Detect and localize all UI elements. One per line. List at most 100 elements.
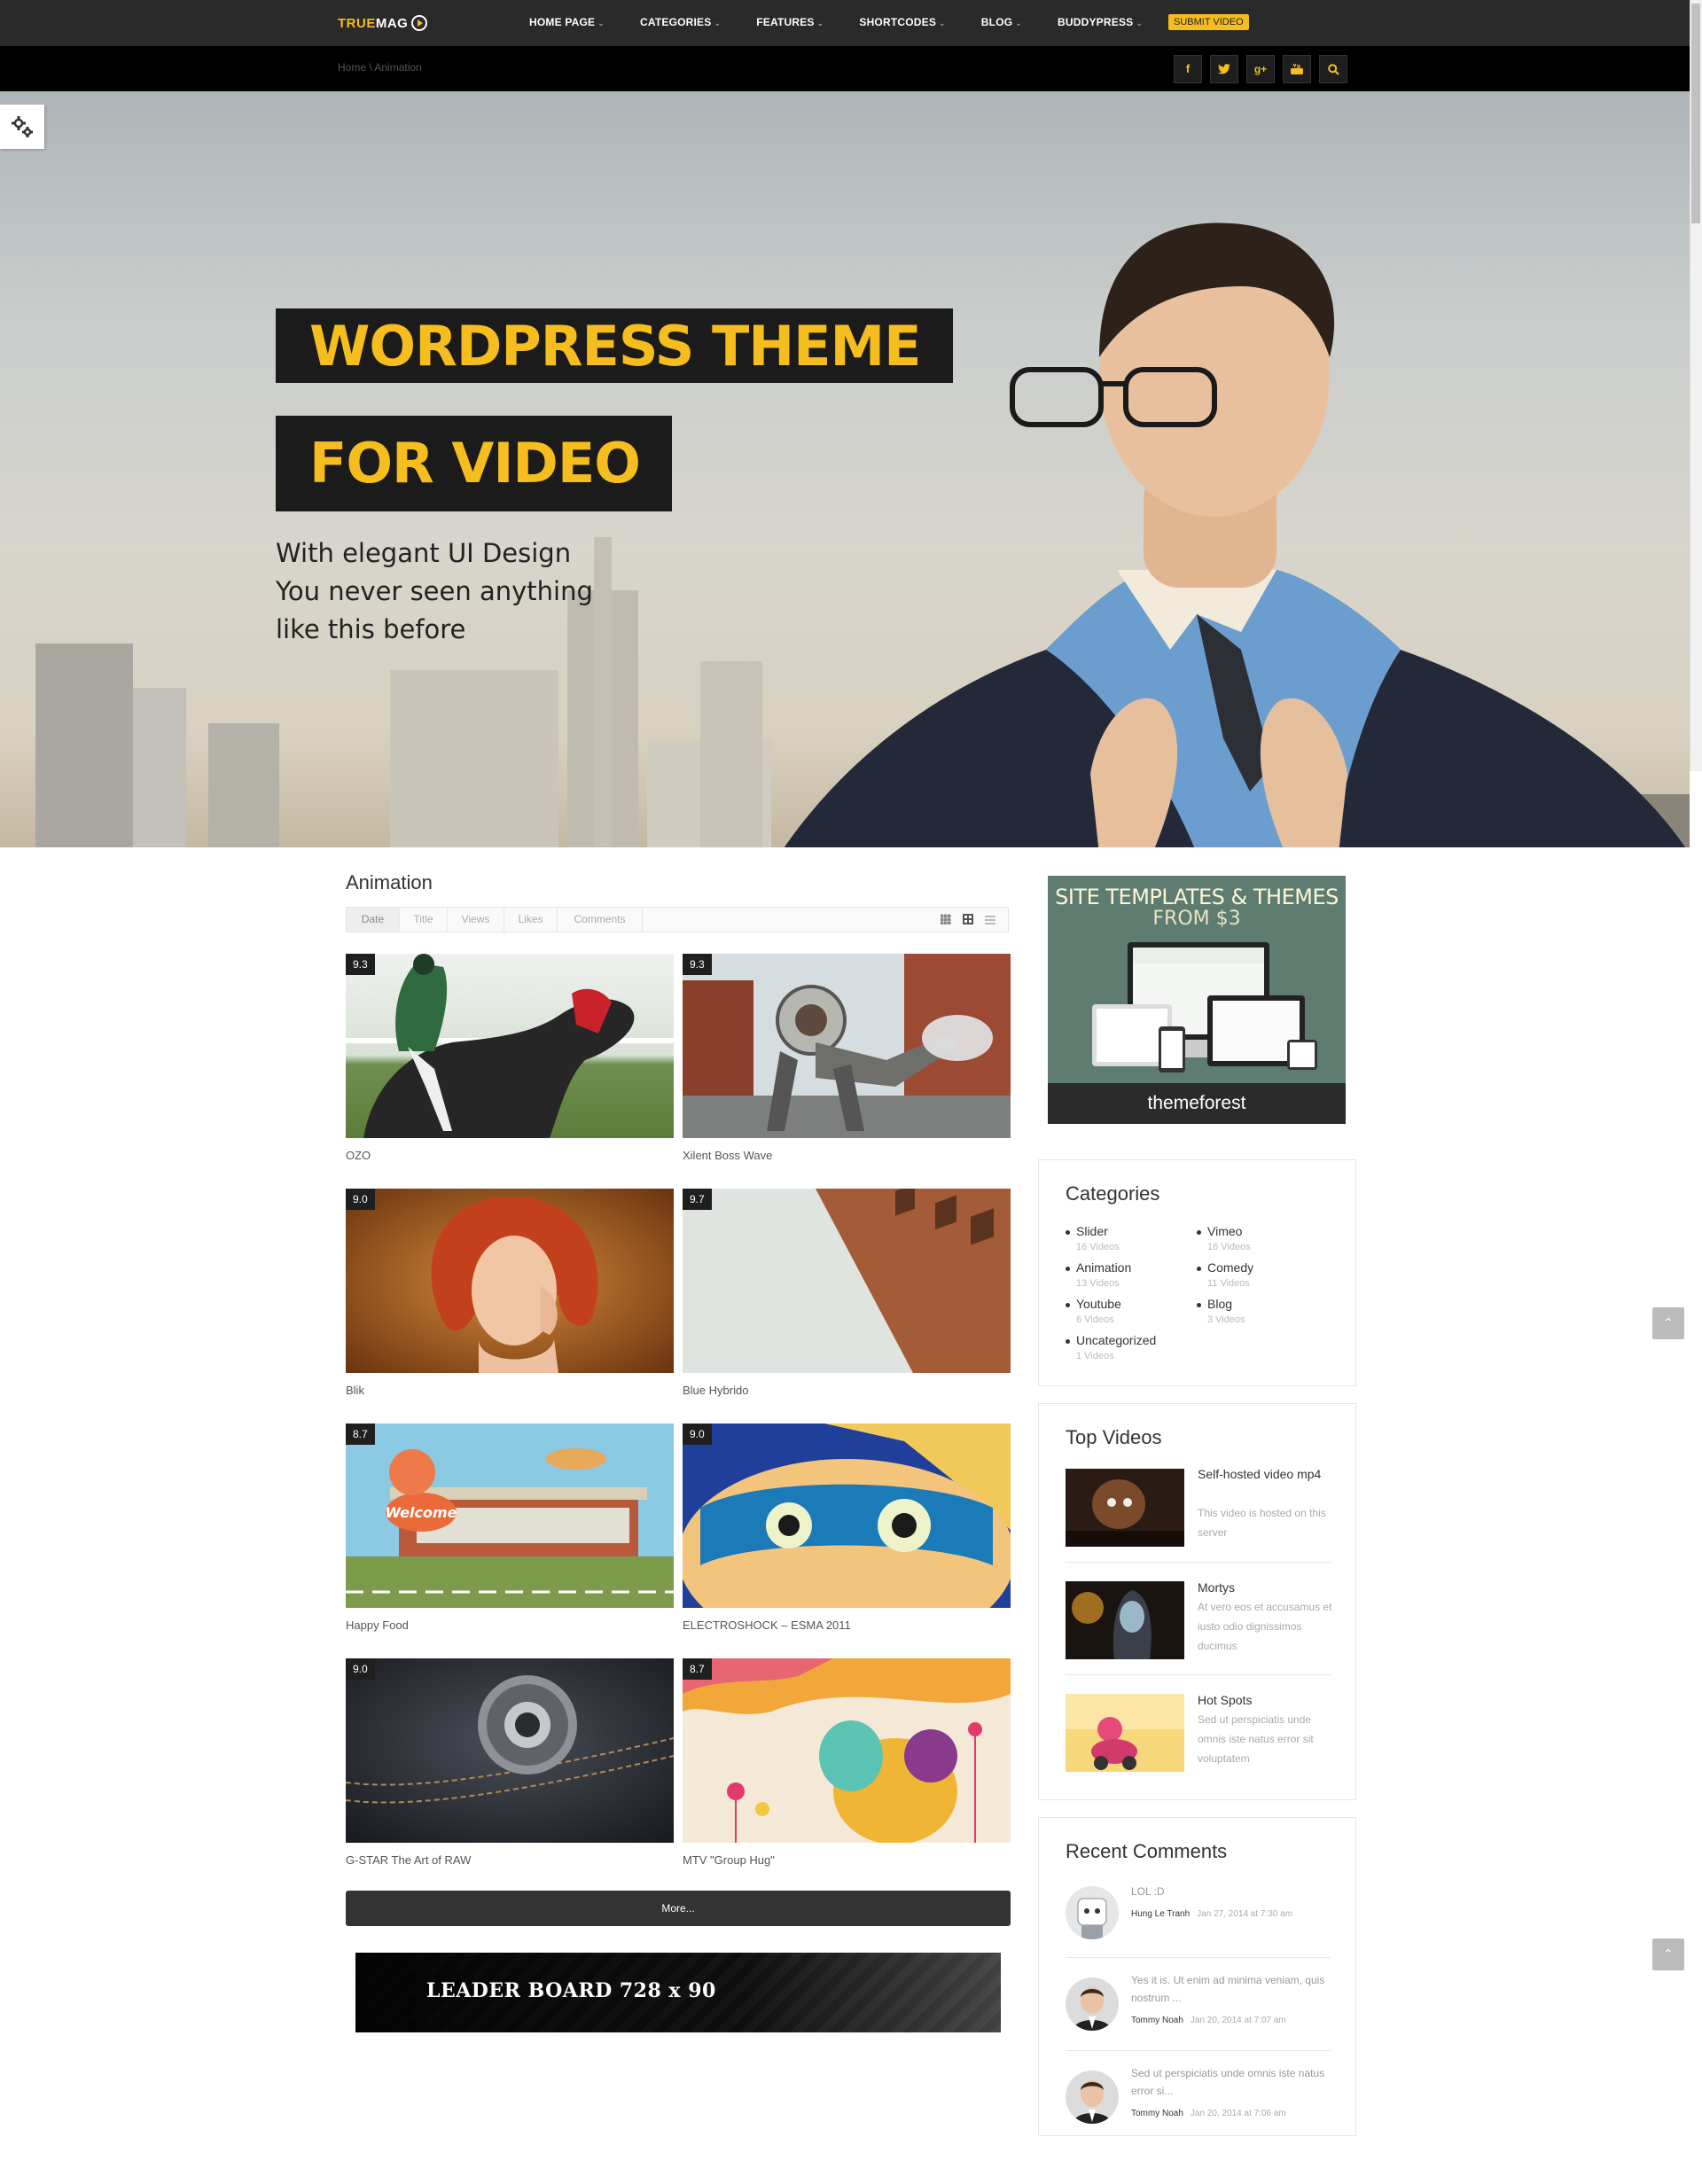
more-button[interactable]: More... xyxy=(346,1891,1011,1926)
sort-tab-title[interactable]: Title xyxy=(400,908,448,932)
ad-title: SITE TEMPLATES & THEMES xyxy=(1055,885,1339,909)
recent-comments-widget: Recent Comments LOL :D Hung Le Tranh Jan … xyxy=(1038,1817,1356,2136)
category-item[interactable]: Uncategorized 1 Videos xyxy=(1066,1333,1156,1361)
top-video-title[interactable]: Self-hosted video mp4 xyxy=(1198,1464,1339,1484)
avatar[interactable] xyxy=(1066,2071,1119,2124)
top-video-image xyxy=(1066,1581,1184,1659)
comment-date: Jan 20, 2014 at 7:06 am xyxy=(1190,2109,1286,2118)
comment-text[interactable]: Sed ut perspiciatis unde omnis iste natu… xyxy=(1131,2064,1326,2100)
gear-icon[interactable] xyxy=(0,105,44,149)
comment-meta: Tommy Noah Jan 20, 2014 at 7:07 am xyxy=(1131,2016,1286,2025)
play-logo-icon xyxy=(411,15,428,31)
menu-features[interactable]: FEATURES ⌄ xyxy=(756,16,824,28)
top-video-description: This video is hosted on this server xyxy=(1198,1507,1326,1539)
skyline-building xyxy=(390,670,558,847)
video-thumbnail[interactable]: 9.0 xyxy=(683,1424,1011,1608)
video-thumbnail[interactable]: 8.7 xyxy=(683,1658,1011,1843)
video-title[interactable]: Blik xyxy=(346,1384,364,1397)
video-thumbnail[interactable]: 9.3 xyxy=(346,954,674,1138)
top-video-thumbnail[interactable] xyxy=(1066,1469,1184,1547)
rating-badge: 9.0 xyxy=(346,1658,375,1680)
grid-large-view-icon[interactable] xyxy=(963,914,973,924)
google-plus-icon[interactable]: g+ xyxy=(1246,55,1275,83)
top-video-title[interactable]: Mortys xyxy=(1198,1578,1339,1597)
category-item[interactable]: Animation 13 Videos xyxy=(1066,1260,1131,1289)
comment-author[interactable]: Hung Le Tranh xyxy=(1131,1909,1190,1919)
bullet-icon xyxy=(1197,1229,1201,1235)
video-thumbnail[interactable]: 9.3 xyxy=(683,954,1011,1138)
video-thumbnail[interactable]: 9.0 xyxy=(346,1189,674,1373)
category-count: 13 Videos xyxy=(1076,1278,1120,1289)
avatar[interactable] xyxy=(1066,1977,1119,2031)
video-thumbnail[interactable]: 9.0 xyxy=(346,1658,674,1843)
category-item[interactable]: Slider 16 Videos xyxy=(1066,1224,1120,1252)
bullet-icon xyxy=(1066,1229,1070,1235)
comment-author[interactable]: Tommy Noah xyxy=(1131,2109,1183,2118)
site-logo[interactable]: TRUE MAG xyxy=(338,13,428,33)
top-video-image xyxy=(1066,1694,1184,1772)
avatar[interactable] xyxy=(1066,1886,1119,1939)
video-thumbnail[interactable]: 9.7 xyxy=(683,1189,1011,1373)
video-thumbnail-image xyxy=(683,1658,1011,1843)
category-item[interactable]: Vimeo 16 Videos xyxy=(1197,1224,1251,1252)
rating-badge: 9.7 xyxy=(683,1189,712,1210)
top-video-thumbnail[interactable] xyxy=(1066,1581,1184,1659)
back-to-top-button[interactable]: ⌃ xyxy=(1652,1938,1684,1970)
hero-man-illustration xyxy=(784,222,1686,847)
menu-blog[interactable]: BLOG ⌄ xyxy=(981,16,1022,28)
category-item[interactable]: Blog 3 Videos xyxy=(1197,1297,1245,1325)
hero-headline-line2: FOR VIDEO xyxy=(276,416,672,511)
submit-video-button[interactable]: SUBMIT VIDEO xyxy=(1168,14,1249,30)
video-thumbnail[interactable]: Welcome 8.7 xyxy=(346,1424,674,1608)
category-item[interactable]: Youtube 6 Videos xyxy=(1066,1297,1121,1325)
bullet-icon xyxy=(1066,1266,1070,1271)
rating-badge: 9.0 xyxy=(346,1189,375,1210)
video-thumbnail-image xyxy=(683,1424,1011,1608)
video-title[interactable]: G-STAR The Art of RAW xyxy=(346,1853,471,1867)
search-icon[interactable] xyxy=(1319,55,1347,83)
menu-shortcodes[interactable]: SHORTCODES ⌄ xyxy=(859,16,945,28)
top-videos-widget: Top Videos Self-hosted video mp4 This vi… xyxy=(1038,1403,1356,1800)
avatar-image xyxy=(1066,2071,1119,2124)
top-video-title[interactable]: Hot Spots xyxy=(1198,1690,1339,1710)
menu-categories[interactable]: CATEGORIES ⌄ xyxy=(640,16,721,28)
sort-tab-views[interactable]: Views xyxy=(448,908,504,932)
video-title[interactable]: Xilent Boss Wave xyxy=(683,1149,772,1162)
video-thumbnail-image xyxy=(346,954,674,1138)
twitter-icon[interactable] xyxy=(1210,55,1238,83)
video-title[interactable]: Happy Food xyxy=(346,1618,409,1632)
skyline-building xyxy=(208,723,279,847)
sort-tab-likes[interactable]: Likes xyxy=(504,908,558,932)
main-menu: HOME PAGE ⌄ CATEGORIES ⌄ FEATURES ⌄ SHORTCO… xyxy=(529,16,1178,28)
rating-badge: 9.3 xyxy=(683,954,712,975)
leaderboard-ad[interactable]: LEADER BOARD 728 x 90 xyxy=(355,1953,1001,2032)
scrollbar-thumb[interactable] xyxy=(1691,4,1700,223)
chevron-down-icon: ⌄ xyxy=(714,19,722,27)
sort-tab-comments[interactable]: Comments xyxy=(558,908,643,932)
video-title[interactable]: ELECTROSHOCK – ESMA 2011 xyxy=(683,1618,851,1632)
list-view-icon[interactable] xyxy=(985,914,995,924)
facebook-icon[interactable]: f xyxy=(1174,55,1202,83)
grid-small-view-icon[interactable] xyxy=(941,914,951,924)
video-title[interactable]: Blue Hybrido xyxy=(683,1384,748,1397)
sidebar-ad-banner[interactable]: SITE TEMPLATES & THEMES FROM $3 themefor… xyxy=(1048,876,1346,1124)
divider xyxy=(1066,1562,1331,1563)
comment-meta: Hung Le Tranh Jan 27, 2014 at 7:30 am xyxy=(1131,1909,1292,1919)
hero-slider[interactable]: WORDPRESS THEME FOR VIDEO With elegant U… xyxy=(0,91,1690,847)
back-to-top-button[interactable]: ⌃ xyxy=(1652,1307,1684,1339)
comment-text[interactable]: LOL :D xyxy=(1131,1883,1326,1900)
top-video-thumbnail[interactable] xyxy=(1066,1694,1184,1772)
breadcrumb[interactable]: Home \ Animation xyxy=(338,61,422,74)
youtube-icon[interactable] xyxy=(1283,55,1311,83)
video-title[interactable]: MTV "Group Hug" xyxy=(683,1853,775,1867)
hero-headline-line1: WORDPRESS THEME xyxy=(276,308,953,383)
menu-home-page[interactable]: HOME PAGE ⌄ xyxy=(529,16,605,28)
video-title[interactable]: OZO xyxy=(346,1149,371,1162)
divider xyxy=(1066,2050,1331,2051)
sort-tab-date[interactable]: Date xyxy=(347,908,400,932)
top-video-description: Sed ut perspiciatis unde omnis iste natu… xyxy=(1198,1713,1314,1765)
comment-text[interactable]: Yes it is. Ut enim ad minima veniam, qui… xyxy=(1131,1971,1326,2007)
comment-author[interactable]: Tommy Noah xyxy=(1131,2016,1183,2025)
menu-buddypress[interactable]: BUDDYPRESS ⌄ xyxy=(1058,16,1143,28)
category-item[interactable]: Comedy 11 Videos xyxy=(1197,1260,1253,1289)
